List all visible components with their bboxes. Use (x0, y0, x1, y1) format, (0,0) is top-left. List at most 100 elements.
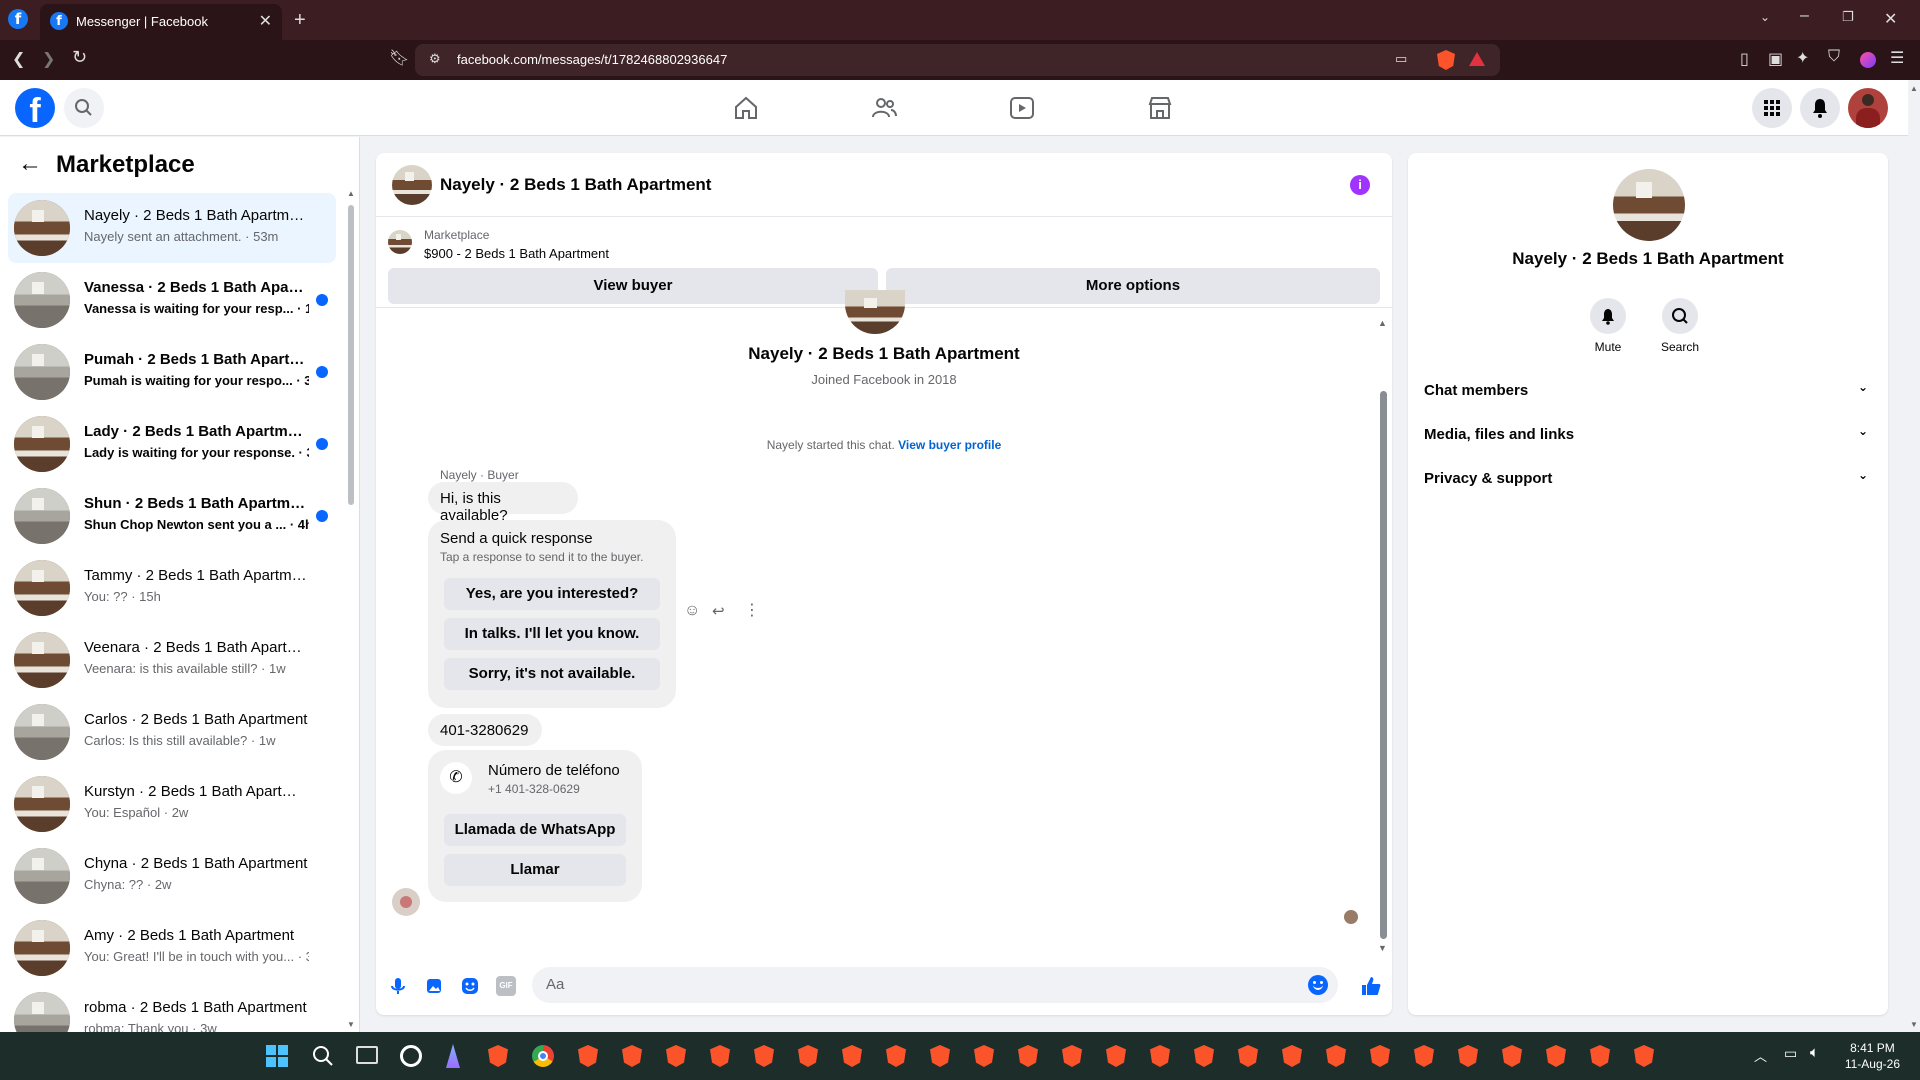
task-view-icon[interactable] (356, 1046, 378, 1064)
emoji-icon[interactable] (1308, 975, 1328, 995)
brave-shields-icon[interactable] (1437, 50, 1455, 70)
brave-window-icon[interactable] (842, 1045, 862, 1067)
forward-icon[interactable]: ❯ (42, 49, 55, 69)
wallet-icon[interactable]: ▣ (1768, 49, 1783, 69)
menu-icon[interactable]: ☰ (1890, 48, 1904, 68)
network-icon[interactable]: ▭ (1784, 1045, 1797, 1062)
chat-members-section[interactable]: Chat members ⌄ (1424, 372, 1872, 412)
facebook-favicon-icon[interactable]: f (8, 9, 28, 29)
tab-list-chevron-icon[interactable]: ⌄ (1760, 10, 1770, 24)
scrollbar[interactable] (348, 205, 354, 505)
search-button[interactable] (64, 88, 104, 128)
brave-window-icon[interactable] (1502, 1045, 1522, 1067)
like-thumbs-up-icon[interactable] (1360, 975, 1382, 997)
scroll-up-icon[interactable]: ▲ (347, 189, 355, 198)
brave-window-icon[interactable] (1106, 1045, 1126, 1067)
brave-window-icon[interactable] (798, 1045, 818, 1067)
facebook-logo-icon[interactable]: f (15, 88, 55, 130)
tray-chevron-icon[interactable]: ︿ (1754, 1046, 1767, 1065)
minimize-icon[interactable]: – (1800, 7, 1809, 25)
volume-icon[interactable]: 🔈︎ (1810, 1044, 1819, 1061)
close-window-icon[interactable]: ✕ (1884, 9, 1897, 29)
message-input[interactable]: Aa (532, 967, 1338, 1003)
account-avatar[interactable] (1848, 88, 1888, 128)
chat-avatar[interactable] (392, 165, 432, 205)
listing-thumbnail[interactable] (388, 230, 412, 254)
brave-window-icon[interactable] (1546, 1045, 1566, 1067)
brave-window-icon[interactable] (754, 1045, 774, 1067)
quick-response-talks-button[interactable]: In talks. I'll let you know. (444, 618, 660, 650)
reply-icon[interactable]: ↩ (712, 602, 725, 620)
view-buyer-profile-link[interactable]: View buyer profile (898, 438, 1001, 452)
back-arrow-icon[interactable]: ← (18, 150, 42, 178)
friends-icon[interactable] (870, 94, 898, 122)
conversation-item[interactable]: Carlos · 2 Beds 1 Bath Apartment Carlos: … (8, 697, 336, 767)
leo-ai-icon[interactable]: ✦ (1796, 48, 1809, 68)
quick-response-unavailable-button[interactable]: Sorry, it's not available. (444, 658, 660, 690)
phone-message-bubble[interactable]: 401-3280629 (428, 714, 542, 746)
conversation-item[interactable]: Veenara · 2 Beds 1 Bath Apartme... Veenar… (8, 625, 336, 695)
sidebar-icon[interactable]: ▯ (1740, 49, 1749, 69)
notifications-button[interactable] (1800, 88, 1840, 128)
contact-avatar[interactable] (1613, 169, 1685, 241)
brave-window-icon[interactable] (1062, 1045, 1082, 1067)
microphone-icon[interactable] (388, 976, 408, 996)
view-buyer-button[interactable]: View buyer (388, 268, 878, 304)
brave-rewards-icon[interactable] (1469, 52, 1485, 66)
conversation-item[interactable]: Amy · 2 Beds 1 Bath Apartment You: Great!… (8, 913, 336, 983)
brave-window-icon[interactable] (710, 1045, 730, 1067)
message-bubble[interactable]: Hi, is this available? (428, 482, 578, 524)
app-icon[interactable] (400, 1045, 422, 1067)
scroll-down-icon[interactable]: ▼ (1378, 943, 1387, 953)
browser-tab-active[interactable]: f Messenger | Facebook ✕ (40, 4, 282, 40)
brave-window-icon[interactable] (578, 1045, 598, 1067)
chrome-taskbar-icon[interactable] (532, 1045, 554, 1067)
brave-window-icon[interactable] (1018, 1045, 1038, 1067)
scroll-up-icon[interactable]: ▲ (1378, 318, 1387, 328)
taskbar-search-icon[interactable] (312, 1045, 334, 1067)
brave-window-icon[interactable] (974, 1045, 994, 1067)
cast-icon[interactable]: ▭ (1395, 51, 1407, 67)
page-scroll-down-icon[interactable]: ▼ (1910, 1020, 1918, 1029)
scroll-down-icon[interactable]: ▼ (347, 1020, 355, 1029)
more-actions-icon[interactable]: ⋮ (744, 600, 760, 620)
brave-window-icon[interactable] (622, 1045, 642, 1067)
site-settings-icon[interactable]: ⚙ (429, 51, 441, 67)
brave-taskbar-icon[interactable] (488, 1045, 508, 1067)
chat-title[interactable]: Nayely · 2 Beds 1 Bath Apartment (440, 175, 711, 195)
brave-window-icon[interactable] (666, 1045, 686, 1067)
menu-button[interactable] (1752, 88, 1792, 128)
windows-start-icon[interactable] (266, 1045, 288, 1067)
brave-window-icon[interactable] (1326, 1045, 1346, 1067)
privacy-support-section[interactable]: Privacy & support ⌄ (1424, 460, 1872, 500)
back-icon[interactable]: ❮ (12, 49, 25, 69)
brave-window-icon[interactable] (1194, 1045, 1214, 1067)
brave-window-icon[interactable] (1370, 1045, 1390, 1067)
brave-window-icon[interactable] (1458, 1045, 1478, 1067)
conversation-item[interactable]: Lady · 2 Beds 1 Bath Apartment Lady is wa… (8, 409, 336, 479)
more-options-button[interactable]: More options (886, 268, 1380, 304)
brave-window-icon[interactable] (1414, 1045, 1434, 1067)
photo-icon[interactable] (424, 976, 444, 996)
app-icon[interactable] (446, 1044, 460, 1068)
brave-window-icon[interactable] (1634, 1045, 1654, 1067)
reload-icon[interactable]: ↻ (72, 47, 87, 68)
conversation-item[interactable]: Kurstyn · 2 Beds 1 Bath Apartment You: Es… (8, 769, 336, 839)
conversation-item[interactable]: Pumah · 2 Beds 1 Bath Apartm... Pumah is … (8, 337, 336, 407)
scrollbar[interactable] (1380, 391, 1387, 939)
info-icon[interactable]: i (1350, 175, 1370, 195)
sticker-icon[interactable] (460, 976, 480, 996)
profile-avatar[interactable] (845, 290, 905, 334)
home-icon[interactable] (732, 94, 760, 122)
conversation-item[interactable]: Tammy · 2 Beds 1 Bath Apartment You: ?? ·… (8, 553, 336, 623)
brave-window-icon[interactable] (1282, 1045, 1302, 1067)
conversation-item[interactable]: Nayely · 2 Beds 1 Bath Apartment Nayely s… (8, 193, 336, 263)
profile-icon[interactable] (1860, 52, 1876, 68)
close-tab-icon[interactable]: ✕ (259, 11, 272, 31)
conversation-item[interactable]: robma · 2 Beds 1 Bath Apartment robma: Th… (8, 985, 336, 1032)
gif-icon[interactable]: GIF (496, 976, 516, 996)
page-scroll-up-icon[interactable]: ▲ (1910, 84, 1918, 93)
url-field[interactable]: ⚙ facebook.com/messages/t/17824688029366… (415, 44, 1500, 76)
search-conversation-button[interactable]: Search (1650, 298, 1710, 354)
conversation-item[interactable]: Vanessa · 2 Beds 1 Bath Apart... Vanessa … (8, 265, 336, 335)
